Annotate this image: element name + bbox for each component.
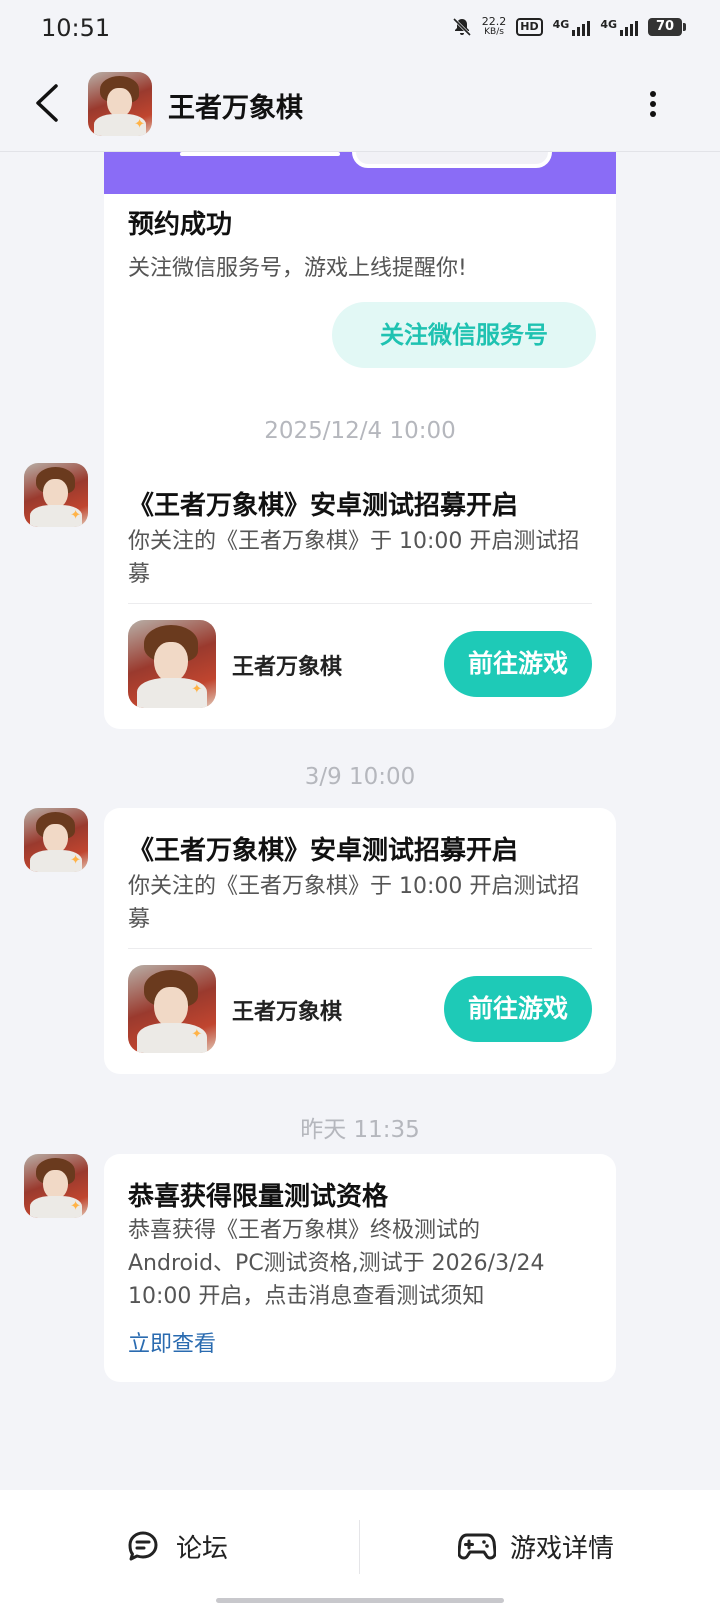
sender-avatar[interactable]: ✦ xyxy=(24,1154,88,1218)
message-body: 恭喜获得《王者万象棋》终极测试的Android、PC测试资格,测试于 2026/… xyxy=(128,1218,545,1309)
message-title: 《王者万象棋》安卓测试招募开启 xyxy=(128,836,519,866)
reservation-title: 预约成功 xyxy=(128,210,233,240)
go-to-game-button[interactable]: 前往游戏 xyxy=(444,631,592,697)
banner-image xyxy=(104,152,616,194)
more-vertical-icon[interactable] xyxy=(638,84,668,124)
home-indicator[interactable] xyxy=(216,1598,504,1603)
hd-voice-icon: HD xyxy=(516,18,543,36)
game-icon[interactable]: ✦ xyxy=(128,965,216,1053)
divider xyxy=(128,603,592,604)
message-body: 你关注的《王者万象棋》于 10:00 开启测试招募 xyxy=(128,874,580,932)
signal-icon-2: 4G xyxy=(600,18,638,36)
view-now-link[interactable]: 立即查看 xyxy=(128,1326,216,1358)
battery-icon: 70 xyxy=(648,18,686,36)
message-card[interactable]: 《王者万象棋》安卓测试招募开启 你关注的《王者万象棋》于 10:00 开启测试招… xyxy=(104,808,616,1074)
page-title: 王者万象棋 xyxy=(168,93,303,124)
message-time: 3/9 10:00 xyxy=(304,764,416,790)
message-time: 昨天 11:35 xyxy=(300,1117,420,1143)
follow-wechat-button[interactable]: 关注微信服务号 xyxy=(332,302,596,368)
go-to-game-button[interactable]: 前往游戏 xyxy=(444,976,592,1042)
message-time: 2025/12/4 10:00 xyxy=(264,418,456,444)
forum-tab[interactable]: 论坛 xyxy=(126,1516,228,1576)
game-name: 王者万象棋 xyxy=(232,655,343,680)
status-icons: 22.2 KB/s HD 4G 4G 70 xyxy=(452,15,686,38)
message-body: 你关注的《王者万象棋》于 10:00 开启测试招募 xyxy=(128,529,580,587)
tab-separator xyxy=(359,1520,360,1574)
message-list[interactable]: 预约成功 关注微信服务号，游戏上线提醒你! 关注微信服务号 2025/12/4 … xyxy=(0,152,720,1490)
message-title: 恭喜获得限量测试资格 xyxy=(128,1182,389,1212)
status-bar: 10:51 22.2 KB/s HD 4G 4G 70 xyxy=(0,0,720,58)
bottom-bar: 论坛 游戏详情 xyxy=(0,1490,720,1605)
message-title: 《王者万象棋》安卓测试招募开启 xyxy=(128,491,519,521)
game-name: 王者万象棋 xyxy=(232,1000,343,1025)
forum-chat-icon xyxy=(128,1531,158,1561)
back-arrow-icon[interactable] xyxy=(28,78,68,128)
message-card[interactable]: 《王者万象棋》安卓测试招募开启 你关注的《王者万象棋》于 10:00 开启测试招… xyxy=(104,463,616,729)
network-speed: 22.2 KB/s xyxy=(481,15,507,37)
gamepad-icon xyxy=(458,1533,496,1560)
sender-avatar[interactable]: ✦ xyxy=(24,463,88,527)
message-card[interactable]: 恭喜获得限量测试资格 恭喜获得《王者万象棋》终极测试的Android、PC测试资… xyxy=(104,1154,616,1382)
sender-avatar[interactable]: ✦ xyxy=(24,808,88,872)
signal-icon-1: 4G xyxy=(553,18,591,36)
game-icon[interactable]: ✦ xyxy=(128,620,216,708)
mute-bell-icon xyxy=(452,17,471,37)
reservation-desc: 关注微信服务号，游戏上线提醒你! xyxy=(128,256,467,281)
status-time: 10:51 xyxy=(41,14,111,42)
game-detail-label: 游戏详情 xyxy=(510,1533,615,1564)
game-detail-tab[interactable]: 游戏详情 xyxy=(458,1516,614,1576)
divider xyxy=(128,948,592,949)
forum-label: 论坛 xyxy=(176,1533,229,1564)
chat-header: ✦ 王者万象棋 xyxy=(0,58,720,152)
game-avatar[interactable]: ✦ xyxy=(88,72,152,136)
